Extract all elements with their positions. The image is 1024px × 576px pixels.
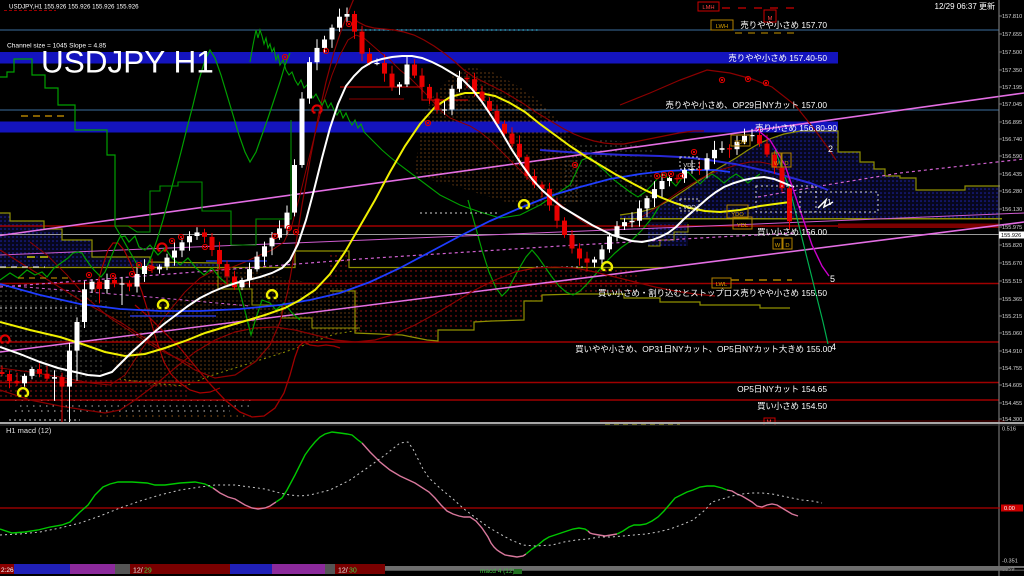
svg-text:12/: 12/	[338, 568, 348, 575]
svg-text:W: W	[775, 243, 781, 249]
svg-text:154.455: 154.455	[1002, 401, 1022, 407]
svg-text:5: 5	[830, 274, 835, 284]
svg-text:154.605: 154.605	[1002, 383, 1022, 389]
svg-text:W: W	[774, 161, 780, 167]
svg-text:155.975: 155.975	[1002, 225, 1022, 231]
svg-text:macd 4 (12): macd 4 (12)	[480, 568, 515, 575]
svg-text:154.755: 154.755	[1002, 366, 1022, 372]
svg-text:H1 macd (12): H1 macd (12)	[6, 426, 52, 435]
svg-text:30: 30	[349, 568, 357, 575]
svg-text:29: 29	[144, 568, 152, 575]
svg-text:157.655: 157.655	[1002, 32, 1022, 38]
svg-text:0.516: 0.516	[1002, 427, 1016, 433]
svg-text:155.060: 155.060	[1002, 331, 1022, 337]
svg-text:USDJPY,H1 155.926 155.926 155: USDJPY,H1 155.926 155.926 155.926 155.92…	[9, 4, 139, 11]
svg-text:157.045: 157.045	[1002, 102, 1022, 108]
svg-text:売り小さめ 156.80-90: 売り小さめ 156.80-90	[755, 123, 837, 133]
svg-text:156.280: 156.280	[1002, 189, 1022, 195]
svg-text:-0.351: -0.351	[1002, 559, 1018, 565]
svg-text:155.215: 155.215	[1002, 314, 1022, 320]
svg-text:156.130: 156.130	[1002, 207, 1022, 213]
svg-text:157.350: 157.350	[1002, 68, 1022, 74]
svg-text:155.820: 155.820	[1002, 243, 1022, 249]
svg-text:LWH: LWH	[716, 24, 728, 30]
svg-text:LMH: LMH	[702, 5, 714, 11]
svg-text:買い小さめ・割り込むとストップロス売りやや小さめ 155.5: 買い小さめ・割り込むとストップロス売りやや小さめ 155.50	[598, 288, 827, 298]
svg-text:VDO: VDO	[683, 205, 696, 211]
svg-text:買い小さめ 154.50: 買い小さめ 154.50	[757, 401, 827, 411]
svg-text:OP5日NYカット 154.65: OP5日NYカット 154.65	[737, 384, 827, 394]
svg-text:USDJPY H1: USDJPY H1	[41, 44, 214, 80]
svg-text:154.910: 154.910	[1002, 349, 1022, 355]
svg-text:2: 2	[828, 144, 833, 154]
svg-text:買いやや小さめ、OP31日NYカット、OP5日NYカット大き: 買いやや小さめ、OP31日NYカット、OP5日NYカット大きめ 155.00	[575, 344, 832, 354]
svg-text:買い小さめ 156.00: 買い小さめ 156.00	[757, 227, 827, 237]
svg-text:D: D	[785, 243, 789, 249]
svg-text:2:26: 2:26	[1, 567, 14, 574]
svg-text:157.810: 157.810	[1002, 14, 1022, 20]
svg-text:156.435: 156.435	[1002, 172, 1022, 178]
svg-text:156.895: 156.895	[1002, 120, 1022, 126]
svg-text:売りやや小さめ 157.70: 売りやや小さめ 157.70	[740, 20, 827, 30]
svg-text:155.515: 155.515	[1002, 279, 1022, 285]
svg-text:156.590: 156.590	[1002, 154, 1022, 160]
svg-text:155.365: 155.365	[1002, 297, 1022, 303]
svg-text:YDH: YDH	[734, 140, 746, 146]
svg-text:156.740: 156.740	[1002, 137, 1022, 143]
svg-text:YDL: YDL	[737, 223, 749, 229]
svg-text:155.926: 155.926	[1001, 233, 1021, 239]
svg-text:155.670: 155.670	[1002, 261, 1022, 267]
svg-text:売りやや小さめ、OP29日NYカット 157.00: 売りやや小さめ、OP29日NYカット 157.00	[666, 100, 828, 110]
svg-text:12/29 06:37 更新: 12/29 06:37 更新	[935, 1, 995, 11]
svg-text:12/: 12/	[133, 568, 143, 575]
svg-text:VDC: VDC	[683, 163, 695, 169]
svg-text:157.500: 157.500	[1002, 50, 1022, 56]
svg-text:157.195: 157.195	[1002, 85, 1022, 91]
svg-text:売りやや小さめ 157.40-50: 売りやや小さめ 157.40-50	[728, 53, 827, 63]
svg-text:0.00: 0.00	[1004, 506, 1015, 512]
svg-text:D: D	[784, 161, 788, 167]
